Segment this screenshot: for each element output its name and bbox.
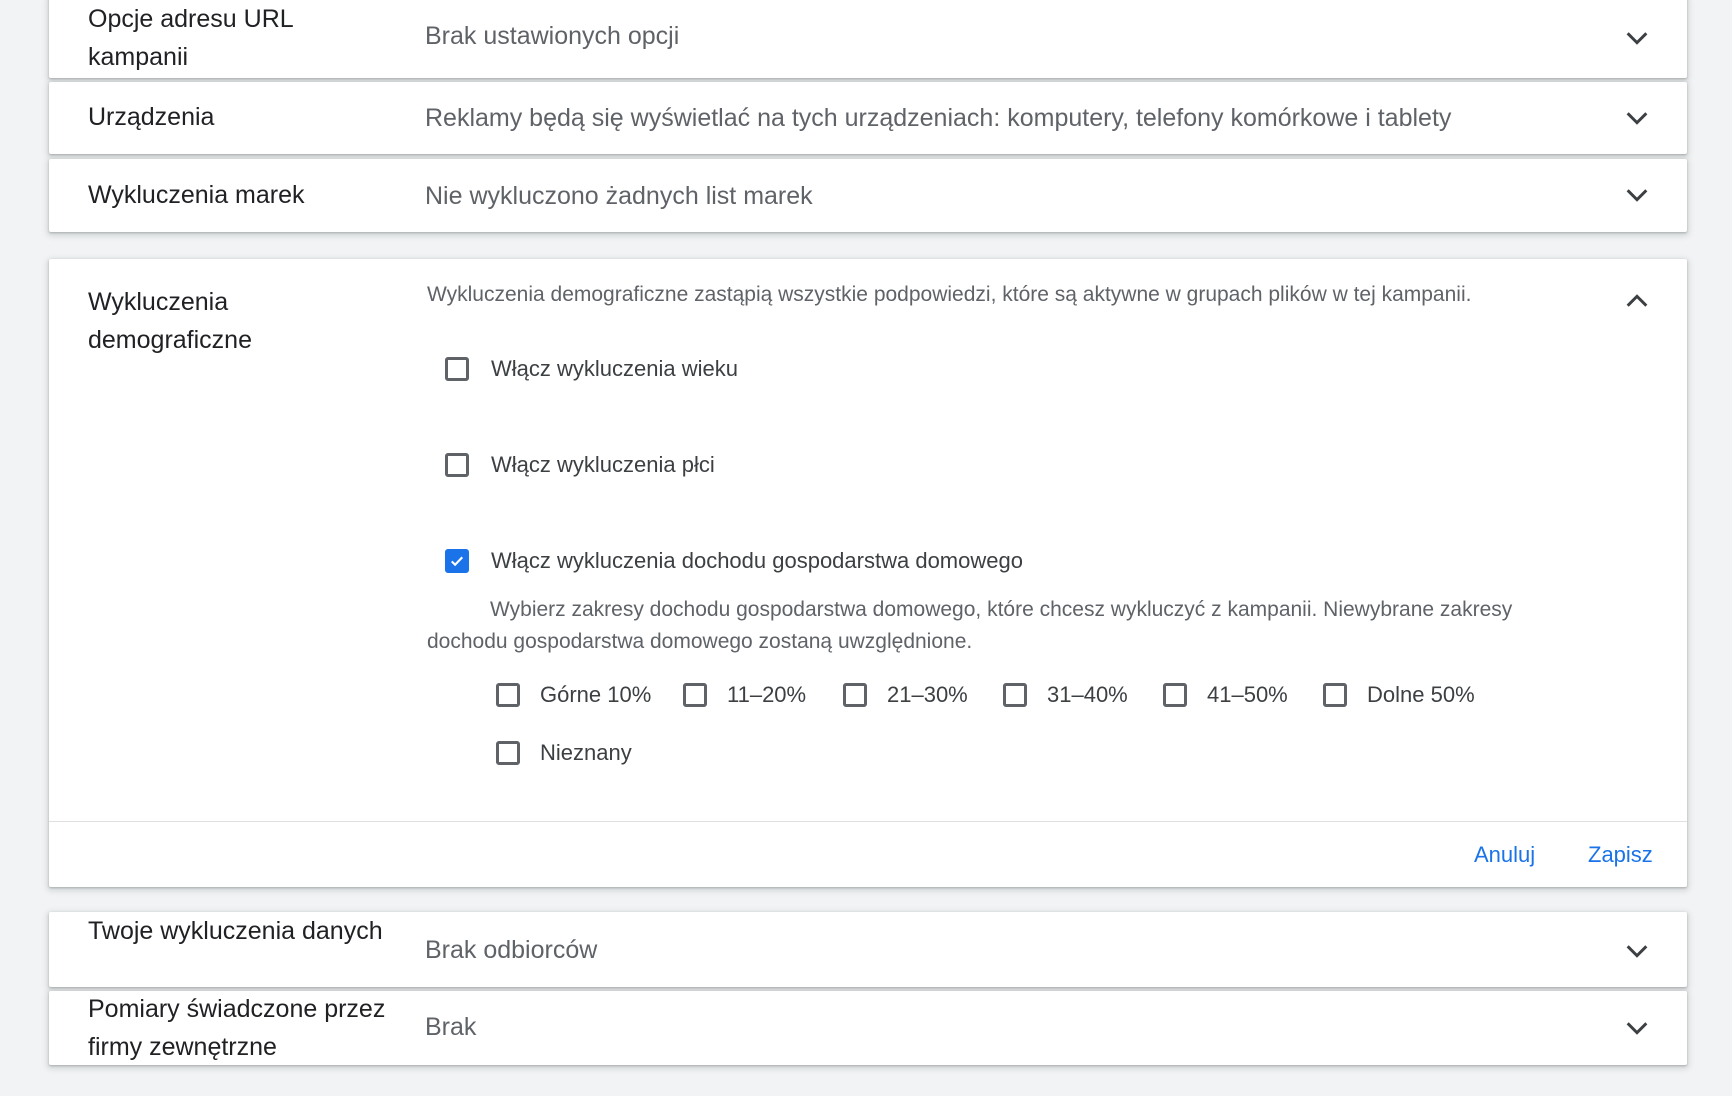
section-label: Twoje wykluczenia danych	[88, 917, 383, 945]
checkbox-label: 21–30%	[887, 682, 968, 707]
gender-exclusion-checkbox[interactable]: Włącz wykluczenia płci	[445, 452, 715, 478]
section-summary: Reklamy będą się wyświetlać na tych urzą…	[425, 104, 1452, 132]
income-option-top-10[interactable]: Górne 10%	[496, 682, 651, 708]
checkbox-label: 41–50%	[1207, 682, 1288, 707]
chevron-down-icon[interactable]	[1617, 18, 1657, 58]
income-help-text: Wybierz zakresy dochodu gospodarstwa dom…	[427, 598, 1513, 653]
checkbox-box[interactable]	[445, 357, 469, 381]
checkbox-label: Dolne 50%	[1367, 682, 1475, 707]
chevron-down-icon[interactable]	[1617, 1008, 1657, 1048]
chevron-down-icon[interactable]	[1617, 98, 1657, 138]
checkbox-label: Włącz wykluczenia płci	[491, 452, 715, 477]
checkbox-label: 31–40%	[1047, 682, 1128, 707]
section-label: Pomiary świadczone przez firmy zewnętrzn…	[88, 995, 386, 1061]
chevron-down-icon[interactable]	[1617, 175, 1657, 215]
checkbox-box[interactable]	[496, 683, 520, 707]
section-label: Urządzenia	[88, 103, 215, 131]
income-option-31-40[interactable]: 31–40%	[1003, 682, 1128, 708]
cancel-button[interactable]: Anuluj	[1474, 842, 1535, 868]
section-summary: Brak	[425, 1013, 477, 1041]
section-demographic-exclusions: Wykluczenia demograficzne Wykluczenia de…	[49, 259, 1687, 887]
income-option-21-30[interactable]: 21–30%	[843, 682, 968, 708]
section-third-party-measurement[interactable]: Pomiary świadczone przez firmy zewnętrzn…	[49, 991, 1687, 1065]
checkbox-label: Włącz wykluczenia dochodu gospodarstwa d…	[491, 548, 1023, 573]
checkbox-box[interactable]	[843, 683, 867, 707]
save-button[interactable]: Zapisz	[1588, 842, 1653, 868]
income-option-41-50[interactable]: 41–50%	[1163, 682, 1288, 708]
section-summary: Brak ustawionych opcji	[425, 22, 680, 50]
checkbox-box[interactable]	[1323, 683, 1347, 707]
section-summary: Nie wykluczono żadnych list marek	[425, 182, 813, 210]
checkbox-label: 11–20%	[727, 682, 807, 707]
section-data-exclusions[interactable]: Twoje wykluczenia danych Brak odbiorców	[49, 912, 1687, 987]
checkbox-label: Włącz wykluczenia wieku	[491, 356, 738, 381]
demographic-notice: Wykluczenia demograficzne zastąpią wszys…	[427, 283, 1472, 306]
income-option-bottom-50[interactable]: Dolne 50%	[1323, 682, 1475, 708]
section-footer: Anuluj Zapisz	[49, 821, 1687, 888]
age-exclusion-checkbox[interactable]: Włącz wykluczenia wieku	[445, 356, 738, 382]
income-exclusion-checkbox[interactable]: Włącz wykluczenia dochodu gospodarstwa d…	[445, 548, 1023, 574]
section-devices[interactable]: Urządzenia Reklamy będą się wyświetlać n…	[49, 82, 1687, 154]
section-label: Wykluczenia demograficzne	[88, 288, 252, 354]
section-summary: Brak odbiorców	[425, 936, 598, 964]
checkbox-box[interactable]	[445, 549, 469, 573]
checkbox-label: Górne 10%	[540, 682, 652, 707]
checkbox-box[interactable]	[1163, 683, 1187, 707]
section-label: Wykluczenia marek	[88, 181, 305, 209]
chevron-up-icon[interactable]	[1617, 281, 1657, 321]
checkbox-box[interactable]	[683, 683, 707, 707]
section-label: Opcje adresu URL kampanii	[88, 5, 293, 71]
chevron-down-icon[interactable]	[1617, 931, 1657, 971]
checkbox-box[interactable]	[496, 741, 520, 765]
income-option-11-20[interactable]: 11–20%	[683, 682, 806, 708]
checkbox-box[interactable]	[445, 453, 469, 477]
section-url-options[interactable]: Opcje adresu URL kampanii Brak ustawiony…	[49, 0, 1687, 78]
checkbox-box[interactable]	[1003, 683, 1027, 707]
checkmark-icon	[451, 556, 464, 567]
section-brand-exclusions[interactable]: Wykluczenia marek Nie wykluczono żadnych…	[49, 159, 1687, 232]
income-option-unknown[interactable]: Nieznany	[496, 740, 632, 766]
checkbox-label: Nieznany	[540, 740, 632, 765]
